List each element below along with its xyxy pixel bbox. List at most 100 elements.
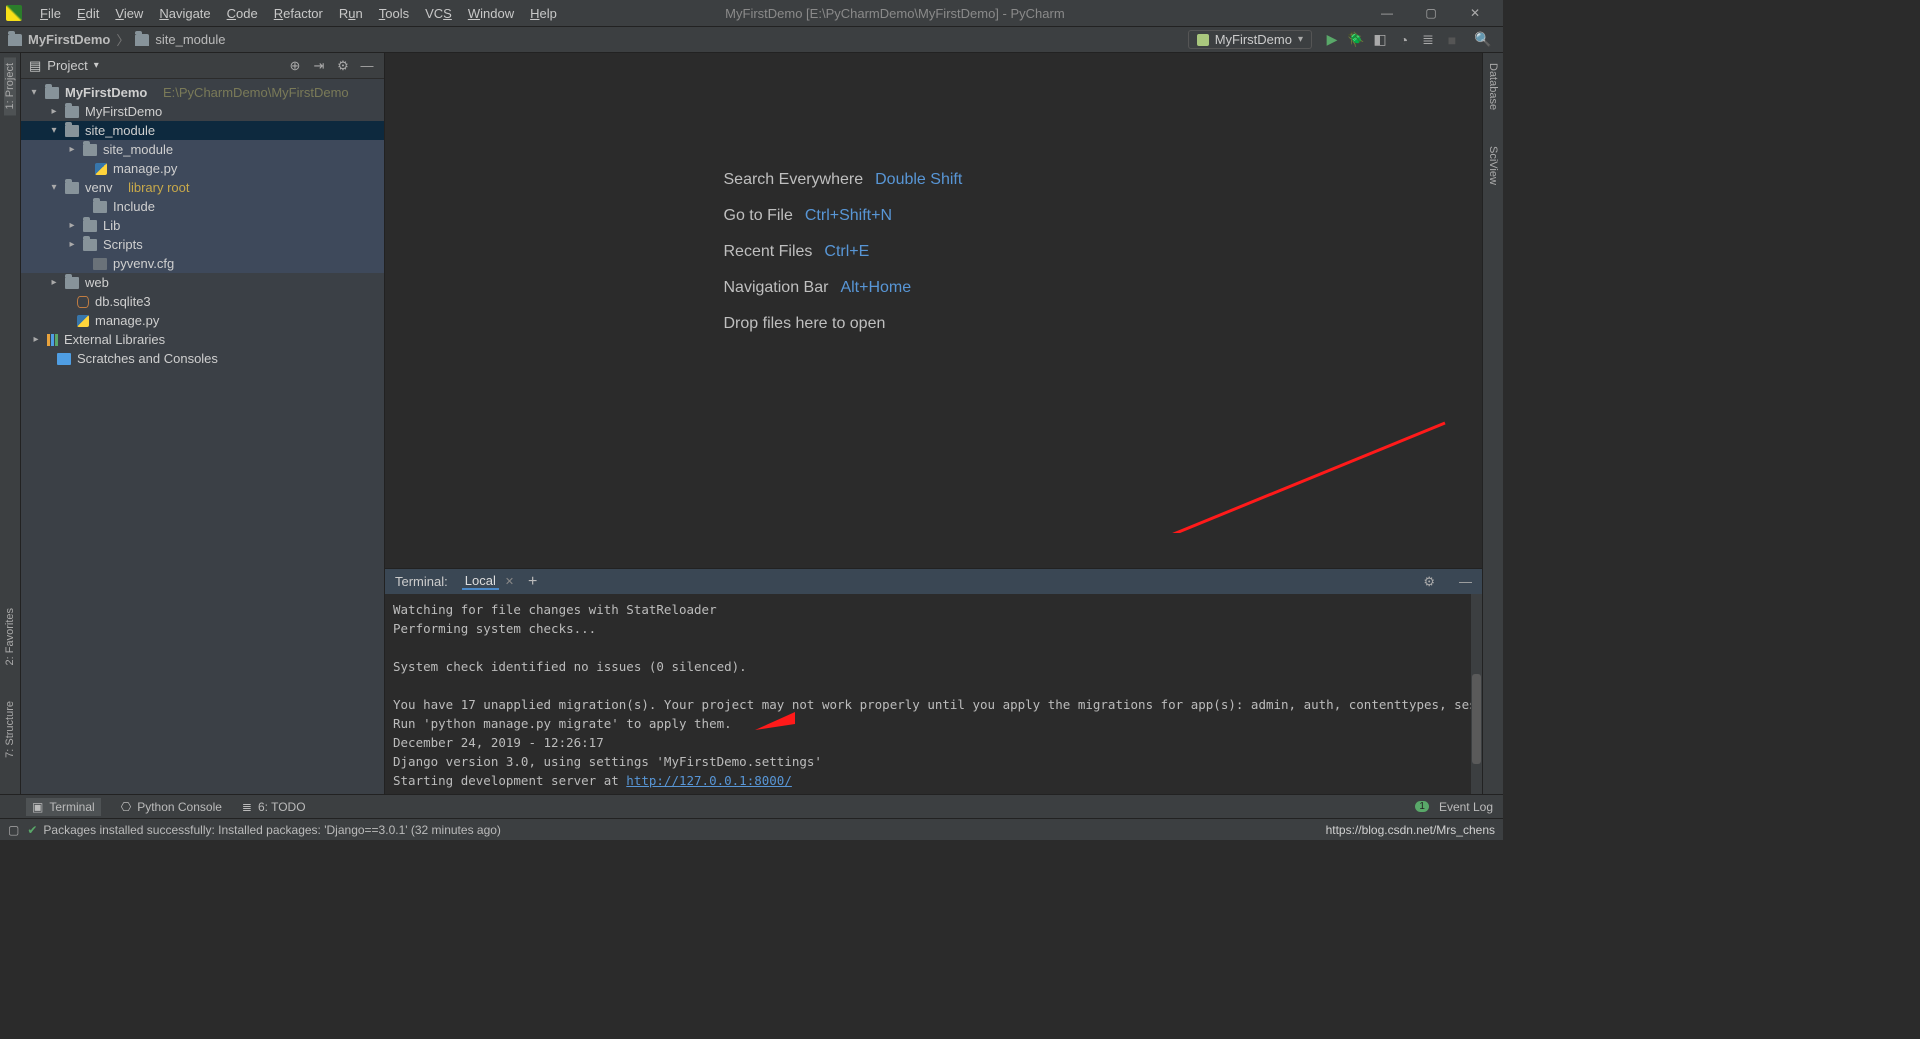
tree-item-site-module[interactable]: ▾site_module	[21, 121, 384, 140]
folder-icon	[83, 144, 97, 156]
terminal-tool-window: Terminal: Local ✕ + ⚙ — Watching for fil…	[385, 568, 1482, 794]
bottom-tab-todo[interactable]: ≣6: TODO	[242, 800, 306, 814]
django-icon	[1197, 34, 1209, 46]
tab-sciview[interactable]: SciView	[1487, 140, 1499, 191]
tab-structure[interactable]: 7: Structure	[4, 695, 16, 764]
tree-root[interactable]: ▾MyFirstDemo E:\PyCharmDemo\MyFirstDemo	[21, 83, 384, 102]
title-bar: File Edit View Navigate Code Refactor Ru…	[0, 0, 1503, 27]
close-button[interactable]: ✕	[1453, 6, 1497, 20]
tree-root-path: E:\PyCharmDemo\MyFirstDemo	[163, 85, 349, 100]
tree-item[interactable]: manage.py	[21, 159, 384, 178]
shortcut: Ctrl+Shift+N	[805, 207, 892, 225]
hide-icon[interactable]: —	[1459, 574, 1472, 589]
welcome-search-everywhere: Search EverywhereDouble Shift	[724, 171, 963, 189]
terminal-tab-local[interactable]: Local	[462, 573, 499, 590]
bottom-tab-terminal[interactable]: ▣Terminal	[26, 798, 101, 816]
concurrency-button[interactable]: ≣	[1419, 30, 1437, 50]
terminal-title: Terminal:	[395, 574, 448, 589]
tree-item[interactable]: manage.py	[21, 311, 384, 330]
pycharm-logo-icon	[6, 5, 22, 21]
breadcrumb[interactable]: MyFirstDemo 〉 site_module	[8, 30, 225, 49]
terminal-icon: ▣	[32, 800, 43, 814]
run-button[interactable]: ▶	[1323, 30, 1341, 50]
minimize-button[interactable]: —	[1365, 6, 1409, 20]
tab-project[interactable]: 1: Project	[4, 57, 16, 115]
success-icon: ✔	[27, 823, 37, 837]
shortcut: Alt+Home	[840, 279, 911, 297]
watermark-text: https://blog.csdn.net/Mrs_chens	[1326, 823, 1495, 837]
close-tab-icon[interactable]: ✕	[505, 575, 514, 588]
tree-item-external-libs[interactable]: ▸External Libraries	[21, 330, 384, 349]
new-tab-button[interactable]: +	[528, 573, 537, 591]
folder-icon	[8, 34, 22, 46]
bottom-tab-python-console[interactable]: ⎔Python Console	[121, 800, 222, 814]
tree-item[interactable]: ▸web	[21, 273, 384, 292]
navigation-toolbar: MyFirstDemo 〉 site_module MyFirstDemo ▾ …	[0, 27, 1503, 53]
welcome-recent-files: Recent FilesCtrl+E	[724, 243, 963, 261]
menu-view[interactable]: View	[107, 6, 151, 21]
folder-icon	[135, 34, 149, 46]
folder-icon	[83, 220, 97, 232]
tree-item[interactable]: ▸MyFirstDemo	[21, 102, 384, 121]
menu-navigate[interactable]: Navigate	[151, 6, 218, 21]
folder-icon	[65, 125, 79, 137]
project-panel-header: ▤ Project ▾ ⊕ ⇥ ⚙ —	[21, 53, 384, 79]
file-icon	[93, 258, 107, 270]
stop-button[interactable]: ■	[1443, 30, 1461, 50]
breadcrumb-root: MyFirstDemo	[28, 32, 110, 47]
menu-tools[interactable]: Tools	[371, 6, 417, 21]
tree-item[interactable]: ▸site_module	[21, 140, 384, 159]
status-message: Packages installed successfully: Install…	[43, 823, 501, 837]
scrollbar-thumb[interactable]	[1472, 674, 1481, 764]
hide-icon[interactable]: —	[358, 58, 376, 73]
tree-item[interactable]: ▸Lib	[21, 216, 384, 235]
terminal-header: Terminal: Local ✕ + ⚙ —	[385, 568, 1482, 594]
database-icon	[77, 296, 89, 308]
folder-icon	[65, 182, 79, 194]
terminal-output[interactable]: Watching for file changes with StatReloa…	[385, 594, 1482, 794]
bottom-tab-event-log[interactable]: 1Event Log	[1415, 800, 1493, 814]
python-icon	[95, 163, 107, 175]
todo-icon: ≣	[242, 800, 252, 814]
profile-button[interactable]: ◔	[1395, 30, 1413, 50]
menu-code[interactable]: Code	[219, 6, 266, 21]
project-panel: ▤ Project ▾ ⊕ ⇥ ⚙ — ▾MyFirstDemo E:\PyCh…	[21, 53, 385, 794]
menu-file[interactable]: File	[32, 6, 69, 21]
bottom-tool-tabs: ▣Terminal ⎔Python Console ≣6: TODO 1Even…	[0, 794, 1503, 818]
server-url-link[interactable]: http://127.0.0.1:8000/	[626, 773, 792, 788]
right-tool-gutter: Database SciView	[1482, 53, 1503, 794]
menu-refactor[interactable]: Refactor	[266, 6, 331, 21]
shortcut: Double Shift	[875, 171, 962, 189]
locate-icon[interactable]: ⊕	[286, 58, 304, 74]
tab-database[interactable]: Database	[1487, 57, 1499, 116]
tree-item[interactable]: db.sqlite3	[21, 292, 384, 311]
editor-empty-state: Search EverywhereDouble Shift Go to File…	[385, 53, 1482, 568]
tree-item-scratches[interactable]: Scratches and Consoles	[21, 349, 384, 368]
tree-item[interactable]: pyvenv.cfg	[21, 254, 384, 273]
chevron-down-icon[interactable]: ▾	[94, 60, 99, 71]
maximize-button[interactable]: ▢	[1409, 6, 1453, 20]
gear-icon[interactable]: ⚙	[1423, 574, 1435, 590]
project-tree[interactable]: ▾MyFirstDemo E:\PyCharmDemo\MyFirstDemo …	[21, 79, 384, 372]
tree-item[interactable]: Include	[21, 197, 384, 216]
welcome-drop-hint: Drop files here to open	[724, 315, 963, 333]
tree-item[interactable]: ▸Scripts	[21, 235, 384, 254]
scrollbar[interactable]	[1471, 594, 1482, 794]
folder-icon	[93, 201, 107, 213]
search-everywhere-button[interactable]: 🔍	[1474, 30, 1492, 50]
debug-button[interactable]: 🪲	[1347, 30, 1365, 50]
tab-favorites[interactable]: 2: Favorites	[4, 602, 16, 671]
gear-icon[interactable]: ⚙	[334, 58, 352, 74]
run-config-selector[interactable]: MyFirstDemo ▾	[1188, 30, 1312, 49]
coverage-button[interactable]: ◧	[1371, 30, 1389, 50]
collapse-icon[interactable]: ⇥	[310, 58, 328, 74]
menu-run[interactable]: Run	[331, 6, 371, 21]
menu-edit[interactable]: Edit	[69, 6, 107, 21]
python-icon	[77, 315, 89, 327]
status-windows-icon[interactable]: ▢	[8, 823, 19, 837]
window-title: MyFirstDemo [E:\PyCharmDemo\MyFirstDemo]…	[425, 6, 1365, 21]
folder-icon	[45, 87, 59, 99]
project-panel-title: Project	[47, 58, 87, 73]
left-tool-gutter: 1: Project 2: Favorites 7: Structure	[0, 53, 21, 794]
tree-item-venv[interactable]: ▾venv library root	[21, 178, 384, 197]
